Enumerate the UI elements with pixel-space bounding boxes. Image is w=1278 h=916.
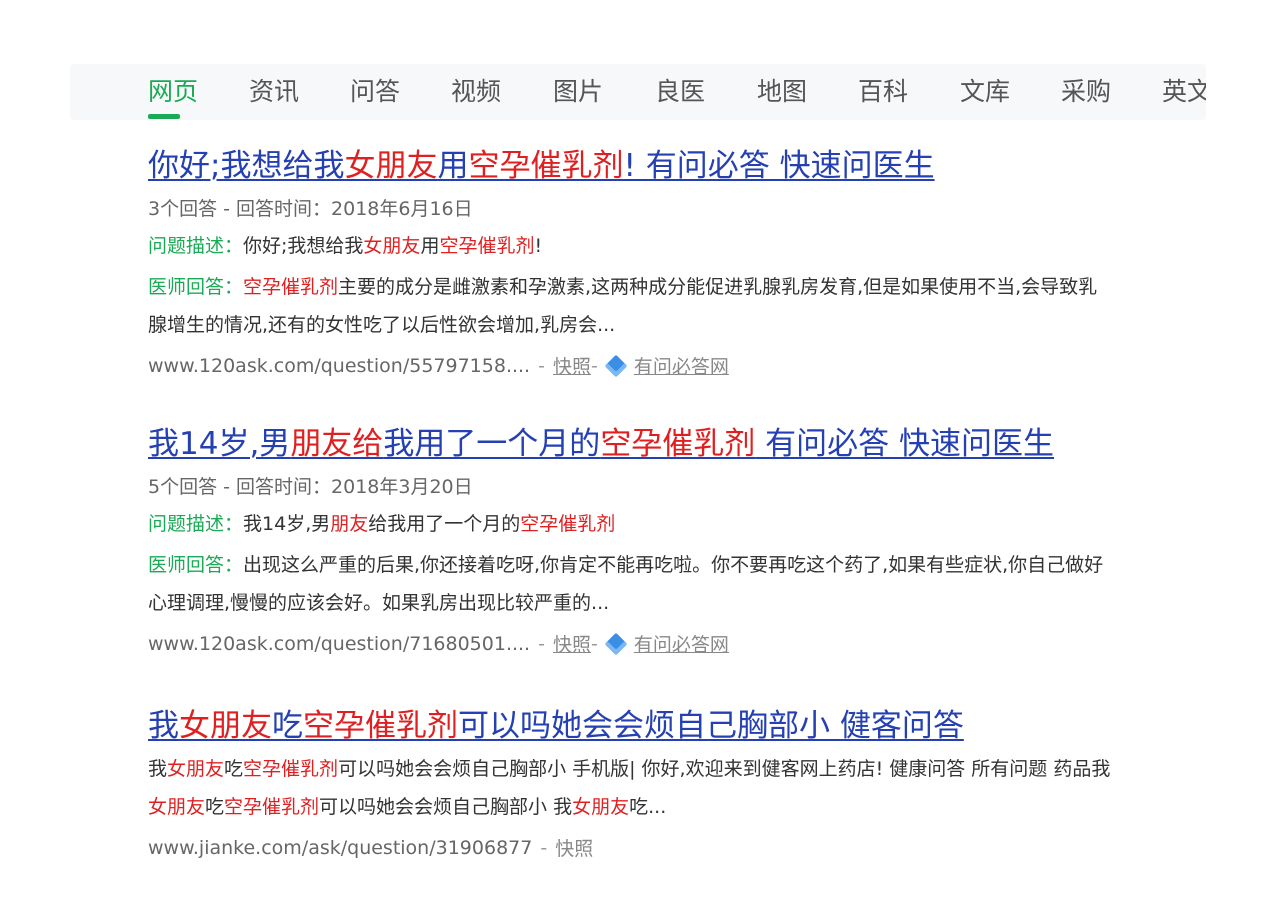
tab-wenku[interactable]: 文库 bbox=[960, 72, 1010, 108]
highlighted-keyword: 空孕催乳剂 bbox=[224, 796, 320, 818]
source-site-link[interactable]: 有问必答网 bbox=[634, 352, 729, 379]
text-segment: 我 bbox=[148, 758, 168, 780]
tab-baike[interactable]: 百科 bbox=[858, 72, 908, 108]
result-url: www.jianke.com/ask/question/31906877 bbox=[148, 836, 533, 859]
tab-qa[interactable]: 问答 bbox=[350, 72, 400, 108]
highlighted-keyword: 空孕催乳剂 bbox=[303, 708, 458, 744]
highlighted-keyword: 朋友给 bbox=[290, 426, 384, 462]
snapshot-link[interactable]: 快照 bbox=[555, 834, 593, 861]
text-segment: 我14岁,男 bbox=[243, 513, 331, 535]
snapshot-link[interactable]: 快照 bbox=[553, 352, 591, 379]
highlighted-keyword: 女朋友 bbox=[572, 796, 630, 818]
result-url-row: www.120ask.com/question/55797158.... - 快… bbox=[148, 352, 1116, 379]
separator: - bbox=[540, 836, 548, 859]
text-segment: 用 bbox=[420, 235, 440, 257]
answer-label: 医师回答： bbox=[148, 276, 244, 298]
diamond-icon bbox=[604, 632, 628, 655]
tab-images[interactable]: 图片 bbox=[553, 72, 603, 108]
highlighted-keyword: 女朋友 bbox=[344, 148, 438, 184]
separator: - bbox=[590, 354, 598, 377]
search-tab-bar: 网页 资讯 问答 视频 图片 良医 地图 百科 文库 采购 英文 bbox=[70, 64, 1206, 120]
tab-doctor[interactable]: 良医 bbox=[655, 72, 705, 108]
tab-map[interactable]: 地图 bbox=[757, 72, 807, 108]
highlighted-keyword: 空孕催乳剂 bbox=[600, 426, 756, 462]
tab-english[interactable]: 英文 bbox=[1162, 72, 1206, 108]
result-url-row: www.120ask.com/question/71680501.... - 快… bbox=[148, 630, 1116, 657]
result-title-link[interactable]: 我14岁,男朋友给我用了一个月的空孕催乳剂 有问必答 快速问医生 bbox=[148, 424, 1054, 464]
diamond-icon bbox=[604, 354, 628, 377]
text-segment: ! 有问必答 快速问医生 bbox=[623, 148, 935, 184]
highlighted-keyword: 女朋友 bbox=[363, 235, 421, 257]
highlighted-keyword: 空孕催乳剂 bbox=[439, 235, 535, 257]
text-segment: ! bbox=[534, 235, 543, 257]
separator: - bbox=[590, 632, 598, 655]
tab-news[interactable]: 资讯 bbox=[249, 72, 299, 108]
text-segment: 吃 bbox=[205, 796, 225, 818]
question-label: 问题描述： bbox=[148, 513, 244, 535]
result-meta: 3个回答 - 回答时间：2018年6月16日 bbox=[148, 198, 473, 220]
search-result: 我女朋友吃空孕催乳剂可以吗她会会烦自己胸部小 健客问答 我女朋友吃空孕催乳剂可以… bbox=[148, 706, 1116, 861]
highlighted-keyword: 空孕催乳剂 bbox=[243, 758, 339, 780]
text-segment: 我14岁,男 bbox=[148, 426, 291, 462]
doctor-answer: 医师回答：出现这么严重的后果,你还接着吃呀,你肯定不能再吃啦。你不要再吃这个药了… bbox=[148, 546, 1116, 622]
question-text: 你好;我想给我女朋友用空孕催乳剂! bbox=[243, 235, 542, 257]
search-result: 你好;我想给我女朋友用空孕催乳剂! 有问必答 快速问医生 3个回答 - 回答时间… bbox=[148, 146, 1116, 379]
text-segment: 可以吗她会会烦自己胸部小 手机版| 你好,欢迎来到健客网上药店! 健康问答 所有… bbox=[338, 758, 1111, 780]
highlighted-keyword: 女朋友 bbox=[167, 758, 225, 780]
highlighted-keyword: 女朋友 bbox=[179, 708, 272, 744]
source-site-link[interactable]: 有问必答网 bbox=[634, 630, 729, 657]
result-snippet: 我女朋友吃空孕催乳剂可以吗她会会烦自己胸部小 手机版| 你好,欢迎来到健客网上药… bbox=[148, 750, 1116, 826]
highlighted-keyword: 空孕催乳剂 bbox=[520, 513, 616, 535]
question-text: 我14岁,男朋友给我用了一个月的空孕催乳剂 bbox=[243, 513, 615, 535]
separator: - bbox=[538, 354, 545, 377]
answer-label: 医师回答： bbox=[148, 554, 244, 576]
text-segment: 吃 bbox=[272, 708, 303, 744]
result-title-link[interactable]: 你好;我想给我女朋友用空孕催乳剂! 有问必答 快速问医生 bbox=[148, 146, 935, 186]
separator: - bbox=[538, 632, 545, 655]
result-url: www.120ask.com/question/71680501.... bbox=[148, 632, 531, 655]
search-result: 我14岁,男朋友给我用了一个月的空孕催乳剂 有问必答 快速问医生 5个回答 - … bbox=[148, 424, 1116, 657]
doctor-answer: 医师回答：空孕催乳剂主要的成分是雌激素和孕激素,这两种成分能促进乳腺乳房发育,但… bbox=[148, 268, 1116, 344]
text-segment: 你好;我想给我 bbox=[243, 235, 364, 257]
text-segment: 你好;我想给我 bbox=[148, 148, 345, 184]
text-segment: 我用了一个月的 bbox=[383, 426, 601, 462]
highlighted-keyword: 朋友 bbox=[330, 513, 369, 535]
text-segment: 可以吗她会会烦自己胸部小 我 bbox=[319, 796, 573, 818]
text-segment: 可以吗她会会烦自己胸部小 健客问答 bbox=[458, 708, 964, 744]
result-meta: 5个回答 - 回答时间：2018年3月20日 bbox=[148, 476, 473, 498]
snapshot-link[interactable]: 快照 bbox=[553, 630, 591, 657]
result-title-link[interactable]: 我女朋友吃空孕催乳剂可以吗她会会烦自己胸部小 健客问答 bbox=[148, 706, 964, 746]
text-segment: 吃... bbox=[629, 796, 667, 818]
text-segment: 给我用了一个月的 bbox=[368, 513, 521, 535]
text-segment: 有问必答 快速问医生 bbox=[755, 426, 1055, 462]
tab-web[interactable]: 网页 bbox=[148, 72, 198, 108]
highlighted-keyword: 空孕催乳剂 bbox=[468, 148, 624, 184]
highlighted-keyword: 空孕催乳剂 bbox=[243, 276, 339, 298]
highlighted-keyword: 女朋友 bbox=[148, 796, 206, 818]
text-segment: 出现这么严重的后果,你还接着吃呀,你肯定不能再吃啦。你不要再吃这个药了,如果有些… bbox=[148, 554, 1104, 614]
result-url: www.120ask.com/question/55797158.... bbox=[148, 354, 531, 377]
question-description: 问题描述：你好;我想给我女朋友用空孕催乳剂! bbox=[148, 231, 1116, 258]
active-tab-indicator bbox=[148, 114, 180, 119]
answer-text: 出现这么严重的后果,你还接着吃呀,你肯定不能再吃啦。你不要再吃这个药了,如果有些… bbox=[148, 554, 1103, 614]
tab-purchase[interactable]: 采购 bbox=[1061, 72, 1111, 108]
text-segment: 我 bbox=[148, 708, 179, 744]
tab-video[interactable]: 视频 bbox=[451, 72, 501, 108]
question-description: 问题描述：我14岁,男朋友给我用了一个月的空孕催乳剂 bbox=[148, 509, 1116, 536]
result-url-row: www.jianke.com/ask/question/31906877 - 快… bbox=[148, 834, 1116, 861]
text-segment: 吃 bbox=[224, 758, 244, 780]
question-label: 问题描述： bbox=[148, 235, 244, 257]
text-segment: 用 bbox=[437, 148, 469, 184]
answer-text: 空孕催乳剂主要的成分是雌激素和孕激素,这两种成分能促进乳腺乳房发育,但是如果使用… bbox=[148, 276, 1097, 336]
